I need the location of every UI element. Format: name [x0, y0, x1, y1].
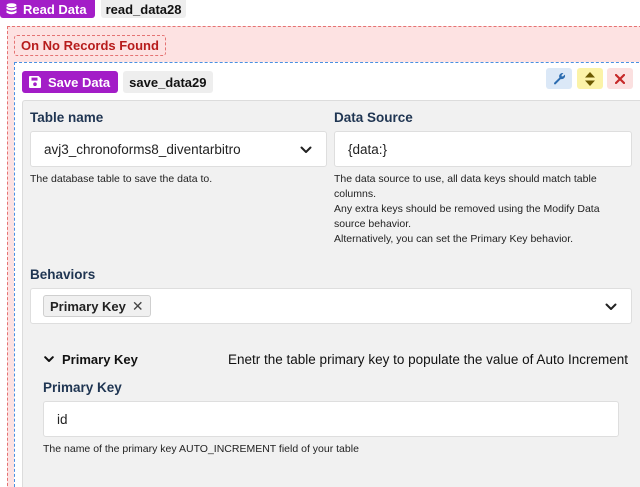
data-source-value: {data:}: [348, 141, 388, 157]
primary-key-value: id: [57, 411, 68, 427]
data-source-help-line: Any extra keys should be removed using t…: [334, 203, 600, 215]
read-data-name: read_data28: [100, 0, 187, 18]
chevron-down-icon: [605, 303, 617, 310]
primary-key-help: The name of the primary key AUTO_INCREME…: [43, 443, 359, 455]
primary-key-section-toggle[interactable]: Primary Key: [44, 352, 138, 367]
close-icon: [615, 73, 625, 84]
remove-tag-icon[interactable]: ✕: [132, 299, 144, 313]
save-data-button[interactable]: Save Data: [22, 71, 119, 93]
data-source-help-line: columns.: [334, 188, 377, 200]
save-data-name: save_data29: [123, 71, 213, 93]
chevron-down-icon: [44, 356, 54, 362]
sort-icon: [585, 71, 595, 86]
primary-key-label: Primary Key: [43, 380, 122, 395]
table-name-help: The database table to save the data to.: [30, 173, 213, 185]
primary-key-section-title: Primary Key: [62, 352, 138, 367]
database-icon: [6, 3, 17, 15]
table-name-value: avj3_chronoforms8_diventarbitro: [44, 141, 241, 157]
data-source-help-line: The data source to use, all data keys sh…: [334, 173, 597, 185]
data-source-help: The data source to use, all data keys sh…: [334, 172, 634, 247]
primary-key-input[interactable]: id: [43, 401, 619, 437]
settings-button[interactable]: [546, 68, 572, 89]
move-button[interactable]: [577, 68, 603, 89]
read-data-block-header: Read Data read_data28: [0, 0, 187, 18]
behaviors-select[interactable]: Primary Key ✕: [30, 288, 632, 324]
data-source-help-line: Alternatively, you can set the Primary K…: [334, 233, 574, 245]
wrench-icon: [553, 73, 565, 85]
chevron-down-icon: [300, 146, 312, 153]
read-data-label: Read Data: [23, 1, 87, 17]
behavior-tag-label: Primary Key: [50, 298, 126, 314]
behaviors-label: Behaviors: [30, 267, 96, 282]
delete-button[interactable]: [607, 68, 633, 89]
table-name-label: Table name: [30, 110, 104, 125]
primary-key-section-description: Enetr the table primary key to populate …: [228, 352, 628, 367]
save-data-label: Save Data: [48, 74, 111, 90]
data-source-input[interactable]: {data:}: [334, 131, 632, 167]
data-source-label: Data Source: [334, 110, 413, 125]
read-data-button[interactable]: Read Data: [0, 0, 95, 18]
behavior-tag-primary-key: Primary Key ✕: [43, 295, 151, 317]
table-name-select[interactable]: avj3_chronoforms8_diventarbitro: [30, 131, 327, 167]
event-label[interactable]: On No Records Found: [14, 35, 166, 56]
data-source-help-line: source behavior.: [334, 218, 412, 230]
save-data-block-header: Save Data save_data29: [22, 71, 213, 93]
save-icon: [29, 76, 41, 88]
